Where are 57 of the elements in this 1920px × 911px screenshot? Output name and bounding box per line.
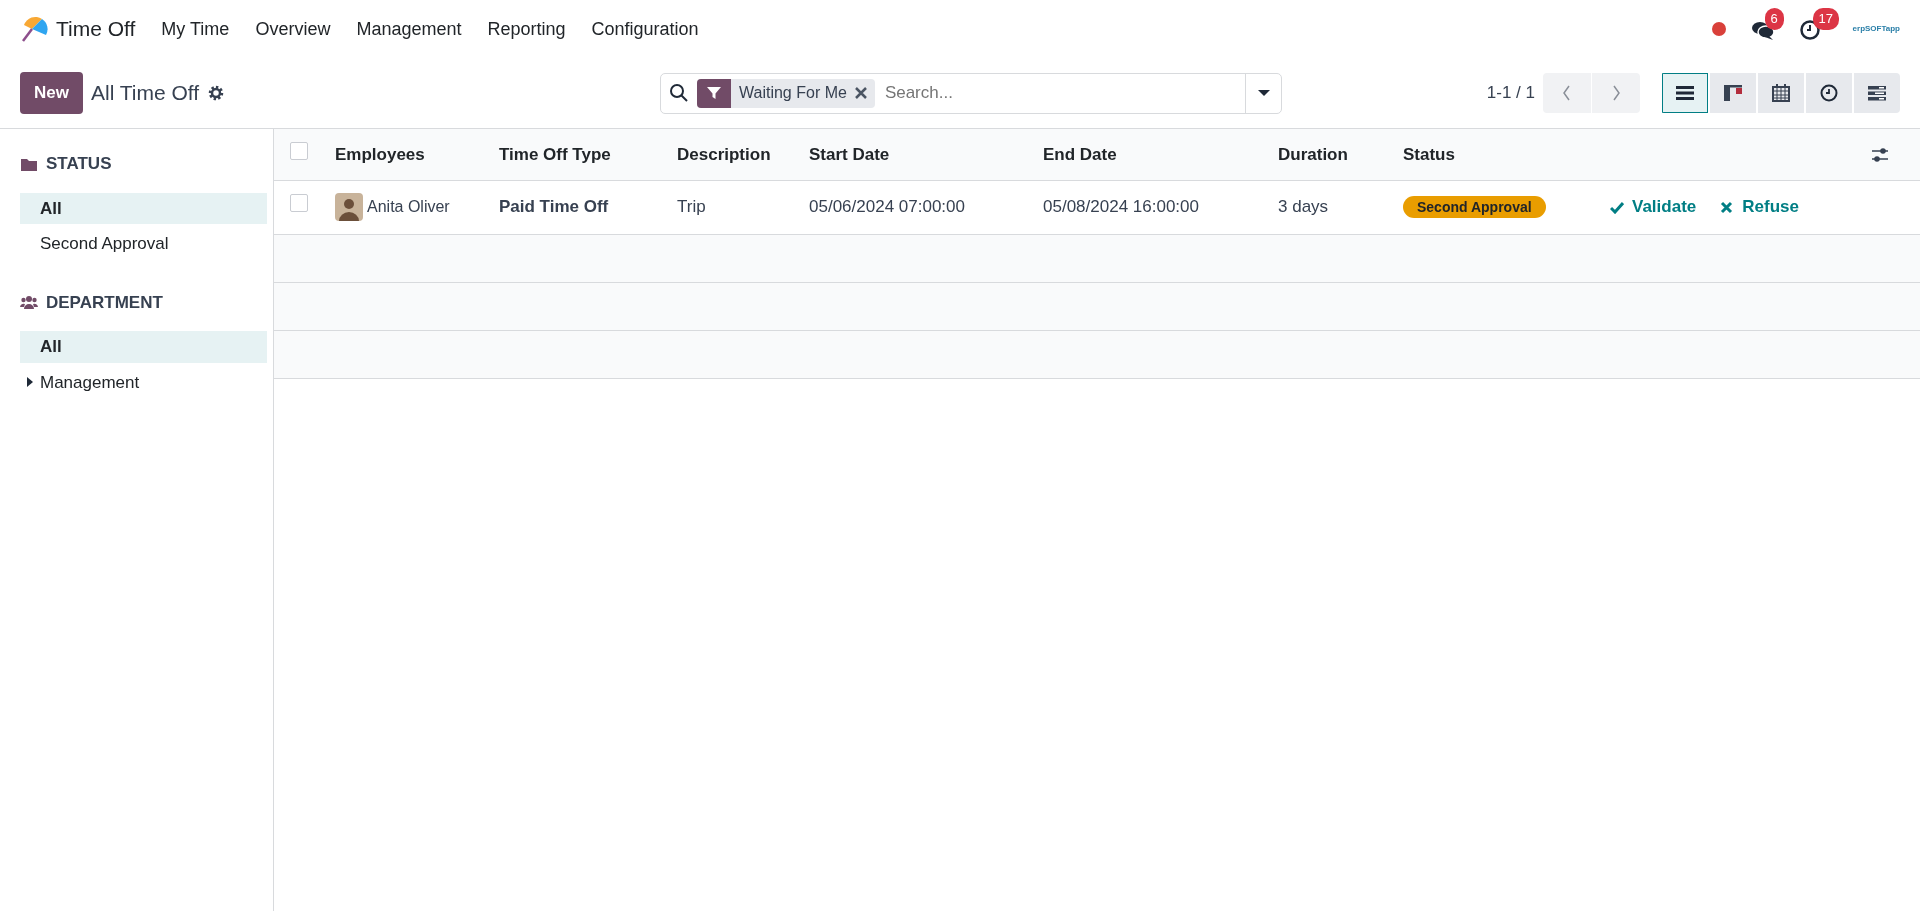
check-icon — [1610, 200, 1624, 214]
row-checkbox[interactable] — [290, 194, 308, 213]
search-field[interactable]: Waiting For Me Search... — [660, 72, 1282, 114]
view-switch-button[interactable] — [1710, 73, 1756, 113]
calendar-view-icon — [1771, 83, 1791, 103]
people-icon — [20, 294, 38, 311]
column-header[interactable]: End Date — [1043, 144, 1117, 164]
app-name[interactable]: Time Off — [56, 13, 136, 45]
action-link[interactable]: Validate — [1610, 194, 1697, 220]
gantt-view-icon — [1867, 83, 1887, 103]
cell-value: Paid Time Off — [499, 197, 609, 217]
view-switch-button[interactable] — [1662, 73, 1708, 113]
menu-item[interactable]: Reporting — [487, 15, 566, 43]
cell-value: 05/08/2024 16:00:00 — [1043, 197, 1199, 217]
list-view-icon — [1675, 83, 1695, 103]
notification-count: 6 — [1764, 8, 1784, 30]
employee-name: Anita Oliver — [367, 197, 450, 217]
notification-count: 17 — [1812, 8, 1840, 30]
section-heading: STATUS — [46, 153, 112, 175]
menu-item[interactable]: Configuration — [591, 15, 699, 43]
clock-icon[interactable] — [1798, 18, 1821, 41]
close-icon — [1720, 200, 1735, 214]
cell-value: 3 days — [1278, 197, 1329, 217]
column-header[interactable]: Status — [1403, 144, 1455, 164]
clock-view-icon — [1819, 83, 1839, 103]
status-dot-icon — [1710, 21, 1727, 37]
filter-item[interactable]: Second Approval — [20, 228, 267, 260]
filter-item[interactable]: All — [20, 331, 267, 363]
filter-facet[interactable]: Waiting For Me — [697, 78, 875, 108]
filter-item[interactable]: All — [20, 192, 267, 224]
column-header[interactable]: Start Date — [809, 144, 890, 164]
search-icon — [669, 83, 689, 103]
caret-icon[interactable] — [1257, 89, 1270, 97]
new-button[interactable]: New — [20, 72, 83, 114]
filter-item[interactable]: Management — [20, 366, 267, 398]
view-switch-button[interactable] — [1758, 73, 1804, 113]
select-all-checkbox[interactable] — [290, 141, 308, 160]
action-link[interactable]: Refuse — [1720, 194, 1799, 220]
company-logo[interactable]: erpSOFTapp — [1852, 23, 1900, 35]
close-icon[interactable] — [854, 87, 867, 99]
filter-icon — [706, 85, 722, 101]
avatar-icon — [335, 193, 363, 221]
view-switch-button[interactable] — [1854, 73, 1900, 113]
settings-icon[interactable] — [207, 84, 226, 102]
section-heading: DEPARTMENT — [46, 291, 163, 314]
kanban-view-icon — [1723, 83, 1743, 103]
view-switch-button[interactable] — [1806, 73, 1852, 113]
page-title: All Time Off — [90, 80, 200, 107]
pager-value: 1-1 / 1 — [1486, 82, 1535, 105]
cell-value: 05/06/2024 07:00:00 — [809, 197, 965, 217]
cell-value: Trip — [677, 197, 706, 217]
settings-sliders-icon[interactable] — [1871, 146, 1889, 164]
status-badge: Second Approval — [1403, 196, 1546, 219]
menu-item[interactable]: My Time — [161, 15, 230, 43]
menu-item[interactable]: Management — [356, 15, 462, 43]
menu-item[interactable]: Overview — [255, 15, 331, 43]
umbrella-logo-icon — [20, 15, 48, 43]
